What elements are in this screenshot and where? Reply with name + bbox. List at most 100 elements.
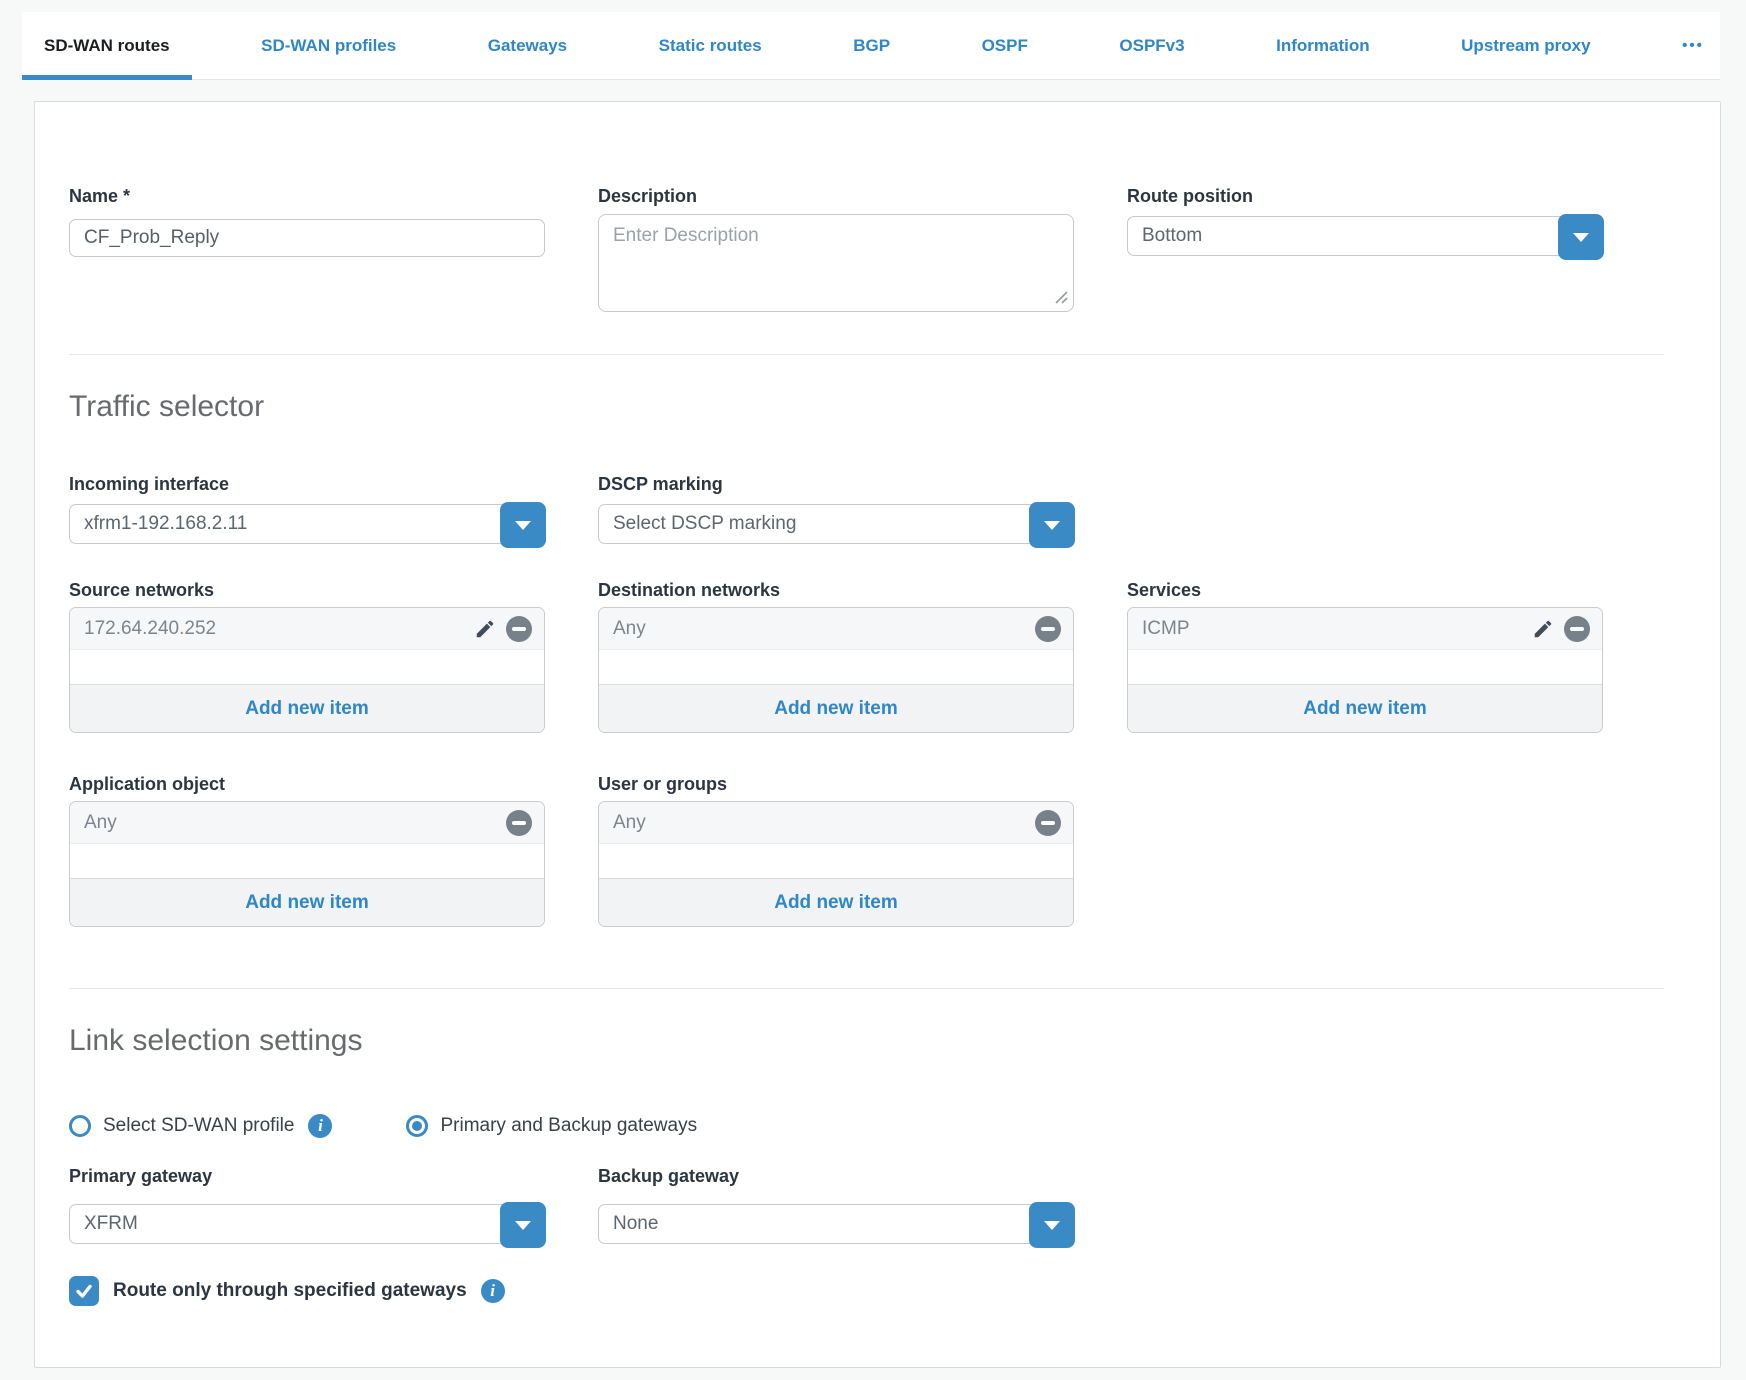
tab-sdwan-routes[interactable]: SD-WAN routes [22, 12, 192, 79]
radio-unchecked-icon[interactable] [69, 1115, 91, 1137]
add-new-item-button[interactable]: Add new item [70, 878, 544, 926]
services-label: Services [1127, 580, 1603, 600]
list-empty-area [599, 650, 1073, 684]
tab-static-routes[interactable]: Static routes [637, 12, 784, 79]
dscp-marking-select[interactable]: Select DSCP marking [598, 504, 1074, 544]
backup-gateway-value: None [599, 1205, 1073, 1243]
list-empty-area [1128, 650, 1602, 684]
route-position-field-group: Route position Bottom [1127, 186, 1603, 256]
tab-ospf[interactable]: OSPF [960, 12, 1050, 79]
remove-icon[interactable] [1035, 810, 1061, 836]
list-item: Any [599, 802, 1073, 844]
backup-gateway-field-group: Backup gateway None [598, 1166, 1074, 1244]
remove-icon[interactable] [506, 810, 532, 836]
services-group: Services ICMP Add new item [1127, 580, 1603, 733]
source-networks-list: 172.64.240.252 Add new item [69, 607, 545, 733]
name-field-group: Name * [69, 186, 545, 257]
route-position-dropdown-button[interactable] [1558, 214, 1604, 260]
incoming-interface-dropdown-button[interactable] [500, 502, 546, 548]
dscp-marking-dropdown-button[interactable] [1029, 502, 1075, 548]
list-item: Any [599, 608, 1073, 650]
list-empty-area [70, 844, 544, 878]
caret-down-icon [1573, 233, 1589, 242]
edit-icon[interactable] [1532, 618, 1554, 640]
list-item-label: ICMP [1142, 618, 1532, 640]
primary-gateway-select[interactable]: XFRM [69, 1204, 545, 1244]
user-or-groups-label: User or groups [598, 774, 1074, 794]
section-divider [69, 354, 1664, 355]
sdwan-route-form-card: Name * Description Route position Bottom [34, 101, 1721, 1368]
remove-icon[interactable] [1035, 616, 1061, 642]
list-empty-area [70, 650, 544, 684]
route-position-value: Bottom [1128, 217, 1602, 255]
destination-networks-label: Destination networks [598, 580, 1074, 600]
primary-gateway-field-group: Primary gateway XFRM [69, 1166, 545, 1244]
incoming-interface-value: xfrm1-192.168.2.11 [70, 505, 544, 543]
tab-sdwan-profiles[interactable]: SD-WAN profiles [239, 12, 418, 79]
name-input[interactable] [69, 219, 545, 257]
application-object-label: Application object [69, 774, 545, 794]
tab-upstream-proxy[interactable]: Upstream proxy [1439, 12, 1612, 79]
checkbox-checked-icon[interactable] [69, 1276, 99, 1306]
list-item: Any [70, 802, 544, 844]
dscp-marking-value: Select DSCP marking [599, 505, 1073, 543]
backup-gateway-select[interactable]: None [598, 1204, 1074, 1244]
incoming-interface-select[interactable]: xfrm1-192.168.2.11 [69, 504, 545, 544]
tab-nav: SD-WAN routes SD-WAN profiles Gateways S… [22, 12, 1720, 79]
section-divider [69, 988, 1664, 989]
destination-networks-group: Destination networks Any Add new item [598, 580, 1074, 733]
source-networks-group: Source networks 172.64.240.252 Add new i… [69, 580, 545, 733]
add-new-item-button[interactable]: Add new item [70, 684, 544, 732]
backup-gateway-dropdown-button[interactable] [1029, 1202, 1075, 1248]
networks-services-row: Source networks 172.64.240.252 Add new i… [69, 580, 1664, 733]
caret-down-icon [515, 521, 531, 530]
route-only-label: Route only through specified gateways [113, 1280, 467, 1302]
primary-gateway-dropdown-button[interactable] [500, 1202, 546, 1248]
traffic-selector-title: Traffic selector [69, 389, 1664, 425]
radio-label: Primary and Backup gateways [440, 1115, 697, 1137]
list-item-label: Any [613, 812, 1035, 834]
list-empty-area [599, 844, 1073, 878]
route-position-label: Route position [1127, 186, 1603, 206]
tab-gateways[interactable]: Gateways [466, 12, 589, 79]
name-label: Name * [69, 186, 545, 206]
radio-select-sdwan-profile[interactable]: Select SD-WAN profile i [69, 1114, 332, 1138]
incoming-interface-field-group: Incoming interface xfrm1-192.168.2.11 [69, 474, 545, 544]
tab-information[interactable]: Information [1254, 12, 1392, 79]
gateways-row: Primary gateway XFRM Backup gateway None [69, 1166, 1664, 1244]
dscp-field-group: DSCP marking Select DSCP marking [598, 474, 1074, 544]
application-object-list: Any Add new item [69, 801, 545, 927]
list-item: ICMP [1128, 608, 1602, 650]
resize-handle-icon[interactable] [1053, 289, 1069, 305]
add-new-item-button[interactable]: Add new item [599, 878, 1073, 926]
route-only-row: Route only through specified gateways i [69, 1276, 1664, 1306]
tab-bgp[interactable]: BGP [831, 12, 912, 79]
application-object-group: Application object Any Add new item [69, 774, 545, 927]
description-textarea[interactable] [598, 214, 1074, 312]
tab-ospfv3[interactable]: OSPFv3 [1097, 12, 1206, 79]
add-new-item-button[interactable]: Add new item [599, 684, 1073, 732]
info-icon[interactable]: i [308, 1114, 332, 1138]
link-mode-radio-row: Select SD-WAN profile i Primary and Back… [69, 1114, 1664, 1138]
dscp-marking-label: DSCP marking [598, 474, 1074, 494]
info-icon[interactable]: i [481, 1279, 505, 1303]
remove-icon[interactable] [506, 616, 532, 642]
primary-gateway-value: XFRM [70, 1205, 544, 1243]
remove-icon[interactable] [1564, 616, 1590, 642]
services-list: ICMP Add new item [1127, 607, 1603, 733]
interface-dscp-row: Incoming interface xfrm1-192.168.2.11 DS… [69, 474, 1664, 544]
route-position-select[interactable]: Bottom [1127, 216, 1603, 256]
destination-networks-list: Any Add new item [598, 607, 1074, 733]
caret-down-icon [1044, 1221, 1060, 1230]
tabs-overflow-menu-icon[interactable]: ••• [1660, 12, 1720, 79]
radio-checked-icon[interactable] [406, 1115, 428, 1137]
caret-down-icon [515, 1221, 531, 1230]
add-new-item-button[interactable]: Add new item [1128, 684, 1602, 732]
source-networks-label: Source networks [69, 580, 545, 600]
user-or-groups-group: User or groups Any Add new item [598, 774, 1074, 927]
radio-primary-backup-gateways[interactable]: Primary and Backup gateways [406, 1115, 697, 1137]
list-item-label: Any [613, 618, 1035, 640]
tab-bar: SD-WAN routes SD-WAN profiles Gateways S… [22, 12, 1720, 80]
general-section: Name * Description Route position Bottom [69, 186, 1664, 312]
edit-icon[interactable] [474, 618, 496, 640]
